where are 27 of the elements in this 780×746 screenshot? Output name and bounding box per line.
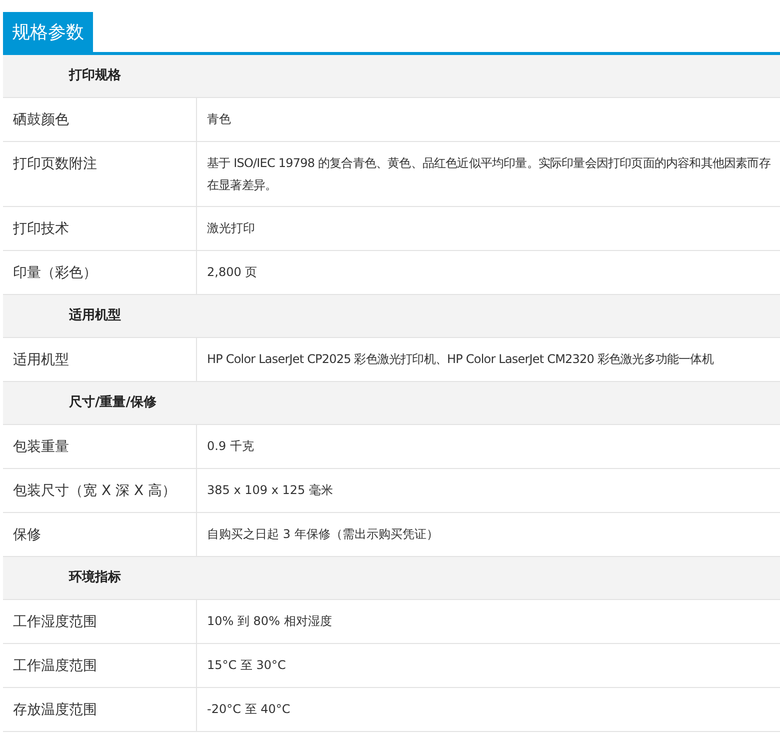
spec-value: 基于 ISO/IEC 19798 的复合青色、黄色、品红色近似平均印量。实际印量会因打印页面的内容和其他因素而存在显著差异。: [207, 155, 772, 194]
spec-label: 包装重量: [13, 439, 69, 455]
spec-value: 2,800 页: [207, 264, 258, 281]
spec-value: 青色: [207, 111, 232, 128]
spec-label: 工作湿度范围: [13, 614, 97, 630]
spec-label: 存放温度范围: [13, 702, 97, 718]
section-tab[interactable]: 规格参数: [3, 12, 93, 52]
section-heading: 环境指标: [69, 568, 121, 588]
spec-label: 适用机型: [13, 352, 69, 368]
spec-label: 印量（彩色）: [13, 265, 97, 281]
spec-value: 15°C 至 30°C: [207, 657, 287, 674]
spec-value: 激光打印: [207, 220, 256, 237]
spec-value: 自购买之日起 3 年保修（需出示购买凭证）: [207, 526, 440, 543]
spec-label: 打印技术: [13, 221, 69, 237]
section-heading: 打印规格: [69, 67, 121, 86]
spec-label: 工作温度范围: [13, 658, 97, 674]
spec-value: 0.9 千克: [207, 438, 255, 455]
spec-value: 385 x 109 x 125 毫米: [207, 482, 334, 499]
spec-label: 硒鼓颜色: [13, 112, 69, 128]
spec-value: 10% 到 80% 相对湿度: [207, 613, 333, 630]
spec-value: HP Color LaserJet CP2025 彩色激光打印机、HP Color LaserJet CM2320 彩色激光多功能一体机: [207, 351, 715, 368]
spec-label: 保修: [13, 527, 41, 543]
section-heading: 适用机型: [69, 307, 121, 326]
spec-value: -20°C 至 40°C: [207, 701, 292, 718]
section-heading: 尺寸/重量/保修: [69, 394, 156, 412]
spec-label: 打印页数附注: [13, 156, 97, 172]
spec-label: 包装尺寸（宽 X 深 X 高）: [13, 483, 176, 499]
